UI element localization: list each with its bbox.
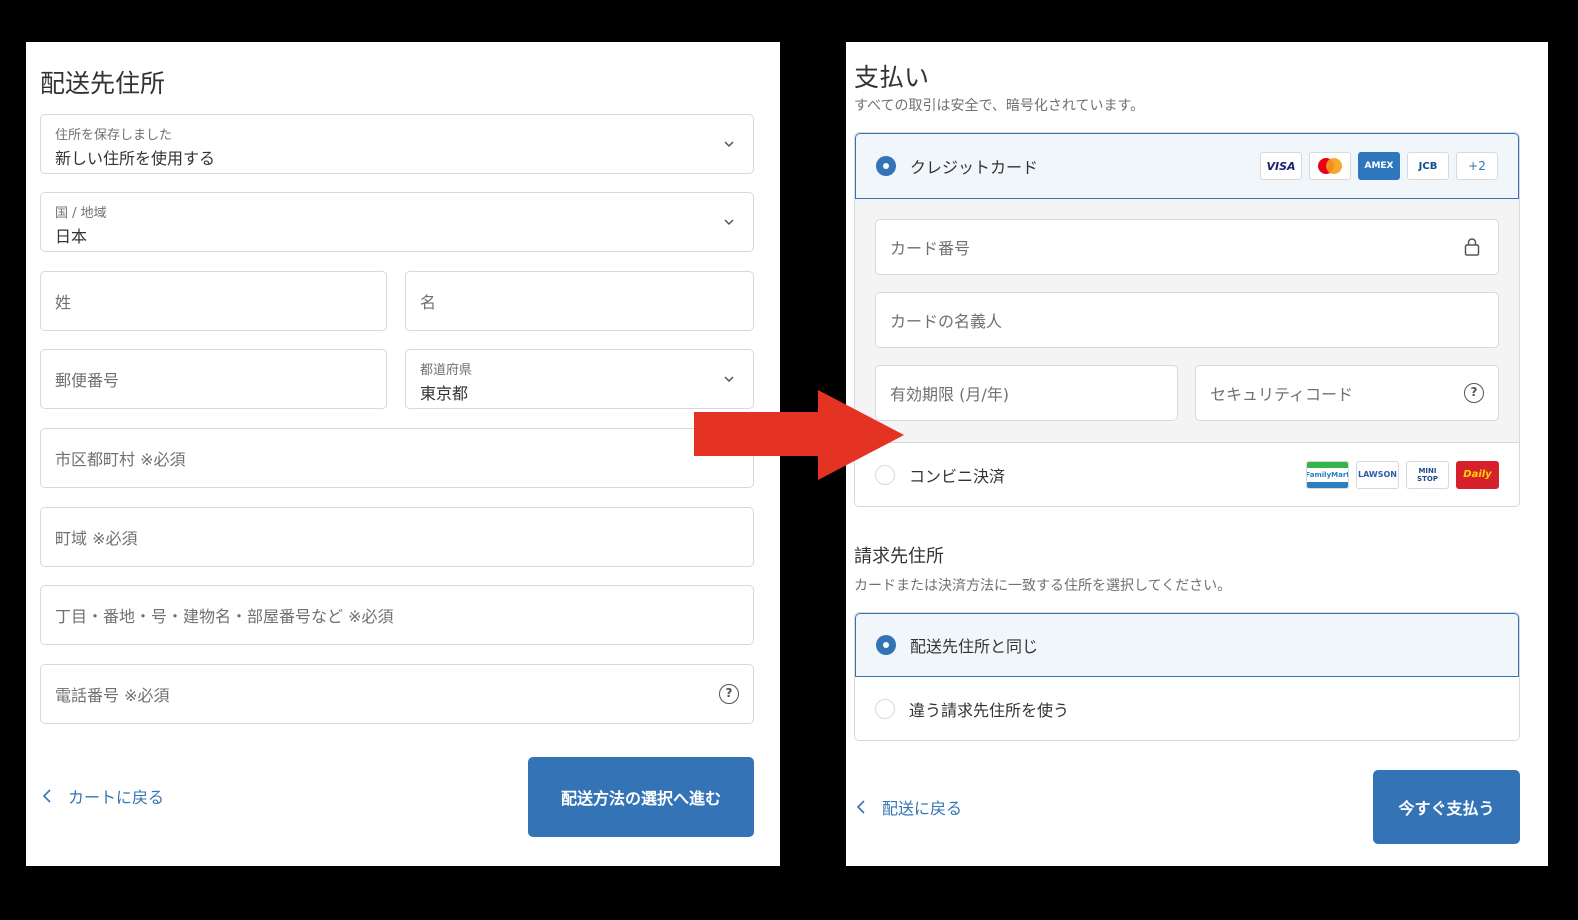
back-to-cart-label: カートに戻る — [68, 788, 165, 807]
country-select[interactable]: 国 / 地域 日本 — [40, 192, 754, 252]
chevron-left-icon — [856, 800, 865, 814]
billing-subtitle: カードまたは決済方法に一致する住所を選択してください。 — [854, 578, 1232, 594]
visa-icon: VISA — [1260, 152, 1302, 180]
payment-subtitle: すべての取引は安全で、暗号化されています。 — [854, 98, 1145, 114]
town-placeholder: 町域 ※必須 — [55, 529, 138, 548]
street-field[interactable]: 丁目・番地・号・建物名・部屋番号など ※必須 — [40, 585, 754, 645]
store-logos: FamilyMart LAWSON MINI STOP Daily — [1306, 460, 1499, 489]
card-details-area: カード番号 カードの名義人 有効期限 (月/年) セキュリティコード ? — [855, 199, 1519, 442]
billing-same-label: 配送先住所と同じ — [910, 637, 1039, 656]
back-to-shipping-link[interactable]: 配送に戻る — [856, 795, 962, 819]
saved-address-select[interactable]: 住所を保存しました 新しい住所を使用する — [40, 114, 754, 174]
daily-yamazaki-logo: Daily — [1456, 460, 1499, 489]
payment-methods: クレジットカード VISA AMEX JCB +2 カード番号 カードの名義人 … — [854, 132, 1520, 507]
more-cards-badge: +2 — [1456, 152, 1498, 180]
billing-different-radio[interactable] — [875, 699, 895, 719]
continue-label: 配送方法の選択へ進む — [560, 789, 721, 808]
mastercard-icon — [1309, 152, 1351, 180]
shipping-title: 配送先住所 — [40, 69, 166, 98]
payment-panel: 支払い すべての取引は安全で、暗号化されています。 クレジットカード VISA … — [846, 42, 1548, 866]
country-value: 日本 — [55, 227, 88, 246]
phone-field[interactable]: 電話番号 ※必須 ? — [40, 664, 754, 724]
back-to-shipping-label: 配送に戻る — [882, 799, 963, 818]
ministop-logo: MINI STOP — [1406, 460, 1449, 489]
amex-icon: AMEX — [1358, 152, 1400, 180]
jcb-icon: JCB — [1407, 152, 1449, 180]
credit-card-radio[interactable] — [876, 156, 896, 176]
card-name-field[interactable]: カードの名義人 — [875, 292, 1499, 348]
billing-different-option[interactable]: 違う請求先住所を使う — [855, 677, 1519, 740]
right-arrow-icon — [694, 390, 904, 480]
back-to-cart-link[interactable]: カートに戻る — [42, 784, 164, 808]
help-icon[interactable]: ? — [1464, 383, 1484, 403]
pay-now-label: 今すぐ支払う — [1398, 799, 1495, 818]
card-brands: VISA AMEX JCB +2 — [1260, 152, 1498, 180]
security-code-field[interactable]: セキュリティコード ? — [1195, 365, 1499, 421]
last-name-placeholder: 姓 — [55, 293, 72, 312]
payment-title: 支払い — [854, 63, 930, 92]
card-number-field[interactable]: カード番号 — [875, 219, 1499, 275]
chevron-down-icon — [724, 219, 734, 226]
town-field[interactable]: 町域 ※必須 — [40, 507, 754, 567]
chevron-left-icon — [42, 789, 51, 803]
shipping-panel: 配送先住所 住所を保存しました 新しい住所を使用する 国 / 地域 日本 姓 名… — [26, 42, 780, 866]
street-placeholder: 丁目・番地・号・建物名・部屋番号など ※必須 — [55, 607, 394, 626]
postal-code-placeholder: 郵便番号 — [55, 371, 120, 390]
billing-options: 配送先住所と同じ 違う請求先住所を使う — [854, 612, 1520, 741]
country-label: 国 / 地域 — [55, 206, 107, 221]
security-code-placeholder: セキュリティコード — [1210, 385, 1354, 404]
expiry-placeholder: 有効期限 (月/年) — [890, 385, 1009, 404]
first-name-field[interactable]: 名 — [405, 271, 754, 331]
card-number-placeholder: カード番号 — [890, 239, 971, 258]
credit-card-label: クレジットカード — [910, 158, 1039, 177]
pay-now-button[interactable]: 今すぐ支払う — [1373, 770, 1520, 844]
lock-icon — [1464, 238, 1480, 256]
saved-address-label: 住所を保存しました — [55, 128, 173, 143]
postal-code-field[interactable]: 郵便番号 — [40, 349, 387, 409]
convenience-store-option[interactable]: コンビニ決済 FamilyMart LAWSON MINI STOP Daily — [855, 442, 1519, 506]
billing-different-label: 違う請求先住所を使う — [909, 701, 1070, 720]
saved-address-value: 新しい住所を使用する — [55, 149, 216, 168]
city-placeholder: 市区都町村 ※必須 — [55, 450, 186, 469]
billing-same-option[interactable]: 配送先住所と同じ — [855, 613, 1519, 677]
prefecture-label: 都道府県 — [420, 363, 473, 378]
billing-title: 請求先住所 — [854, 546, 944, 567]
continue-to-shipping-button[interactable]: 配送方法の選択へ進む — [528, 757, 754, 837]
help-icon[interactable]: ? — [719, 684, 739, 704]
familymart-logo: FamilyMart — [1306, 460, 1349, 489]
credit-card-option[interactable]: クレジットカード VISA AMEX JCB +2 — [855, 133, 1519, 199]
chevron-down-icon — [724, 141, 734, 148]
first-name-placeholder: 名 — [420, 293, 437, 312]
chevron-down-icon — [724, 376, 734, 383]
city-field[interactable]: 市区都町村 ※必須 — [40, 428, 754, 488]
expiry-field[interactable]: 有効期限 (月/年) — [875, 365, 1178, 421]
card-name-placeholder: カードの名義人 — [890, 312, 1003, 331]
lawson-logo: LAWSON — [1356, 460, 1399, 489]
billing-same-radio[interactable] — [876, 635, 896, 655]
phone-placeholder: 電話番号 ※必須 — [55, 686, 170, 705]
last-name-field[interactable]: 姓 — [40, 271, 387, 331]
prefecture-value: 東京都 — [420, 384, 469, 403]
convenience-store-label: コンビニ決済 — [909, 466, 1006, 486]
